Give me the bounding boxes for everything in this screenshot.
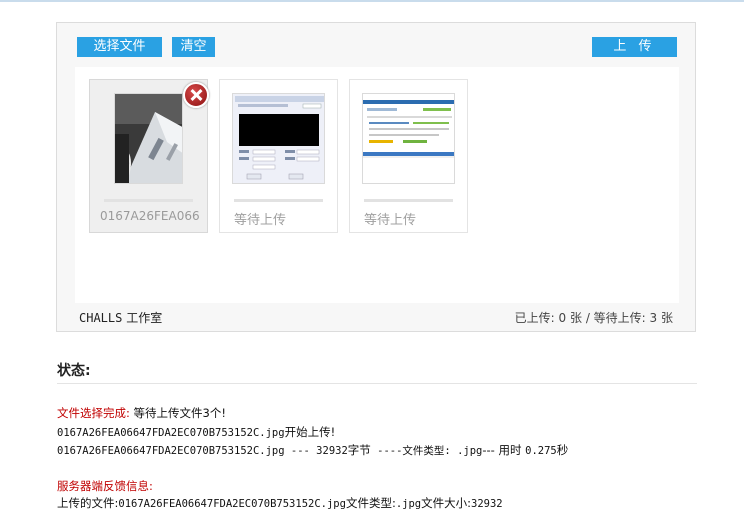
upload-button[interactable]: 上 传 [592,37,677,57]
queue-item[interactable]: 等待上传 [219,79,338,233]
counter-separator: / [582,311,594,325]
log-upload-detail: 0167A26FEA06647FDA2EC070B753152C.jpg ---… [57,442,568,458]
studio-label: 工作室 [126,311,163,325]
server-feedback-label: 服务器端反馈信息: [57,479,153,493]
clear-button[interactable]: 清空 [172,37,215,57]
studio-credit: CHALLS 工作室 [79,309,162,326]
progress-bar [234,199,323,202]
waiting-unit: 张 [657,311,673,325]
upload-counter: 已上传: 0 张 / 等待上传: 3 张 [515,309,673,326]
uploader-panel: 选择文件 清空 上 传 0167A26FEA0664' 等待上传 等待上传 CH… [56,22,696,332]
file-status-label: 等待上传 [234,213,287,228]
server-size: 32932 [471,498,503,510]
thumbnail-screenshot-webpage [362,93,455,184]
brand-name: CHALLS [79,311,123,325]
log-select-done: 文件选择完成: 等待上传文件3个! [57,405,226,421]
select-files-button[interactable]: 选择文件 [77,37,162,57]
thumbnail-photo-laptop [114,93,183,184]
status-divider [57,383,697,384]
file-queue: 0167A26FEA0664' 等待上传 等待上传 [75,67,679,303]
file-name-label: 0167A26FEA0664' [100,209,200,223]
uploaded-label: 已上传: [514,311,559,325]
detail-type: .jpg [457,445,483,457]
queue-item[interactable]: 等待上传 [349,79,468,233]
log-start-upload: 0167A26FEA06647FDA2EC070B753152C.jpg开始上传… [57,424,335,440]
start-text: 开始上传! [284,425,336,439]
detail-type-label: ----文件类型: [370,445,458,457]
select-done-label: 文件选择完成: [57,406,134,420]
thumbnail-screenshot-dialog [232,93,325,184]
detail-sec: 秒 [556,443,569,457]
detail-time: 0.275 [525,445,557,457]
remove-file-icon[interactable] [183,82,209,108]
status-title: 状态: [57,363,91,379]
server-file: 0167A26FEA06647FDA2EC070B753152C.jpg [118,498,346,510]
progress-bar [104,199,193,202]
detail-time-label: --- 用时 [482,443,526,457]
detail-bytes: 字节 [347,443,371,457]
detail-file: 0167A26FEA06647FDA2EC070B753152C.jpg ---… [57,445,348,457]
progress-bar [364,199,453,202]
file-status-label: 等待上传 [364,213,417,228]
uploaded-unit: 张 [566,311,582,325]
select-done-text: 等待上传文件3个! [133,406,226,420]
start-file-name: 0167A26FEA06647FDA2EC070B753152C.jpg [57,427,285,439]
top-border [0,0,744,2]
server-type: .jpg [395,498,422,510]
log-server-response: 上传的文件:0167A26FEA06647FDA2EC070B753152C.j… [57,495,503,511]
queue-item[interactable]: 0167A26FEA0664' [89,79,209,233]
waiting-label: 等待上传: [593,311,650,325]
